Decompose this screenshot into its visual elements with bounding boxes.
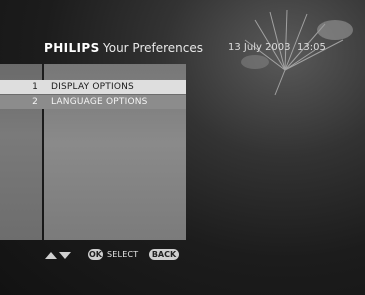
ok-key-badge[interactable]: OK	[88, 249, 103, 260]
menu-item-label: DISPLAY OPTIONS	[51, 82, 134, 92]
page-title: Your Preferences	[103, 41, 204, 55]
date-display: 13 July 2003	[228, 42, 291, 53]
tv-screen: PHILIPS Your Preferences 13 July 2003 13…	[0, 0, 365, 295]
menu-item-number: 2	[32, 97, 38, 107]
key-hints-bar: OK SELECT BACK	[44, 248, 204, 262]
menu-item-number: 1	[32, 82, 38, 92]
header-bar: PHILIPS Your Preferences 13 July 2003 13…	[44, 40, 344, 58]
select-label: SELECT	[107, 250, 139, 259]
back-key-badge[interactable]: BACK	[149, 249, 179, 260]
brand-logo: PHILIPS	[44, 41, 100, 55]
up-down-arrows-icon	[45, 252, 71, 259]
time-display: 13:05	[297, 42, 326, 53]
menu-item-language-options[interactable]: 2 LANGUAGE OPTIONS	[0, 94, 186, 109]
menu-item-display-options[interactable]: 1 DISPLAY OPTIONS	[0, 80, 186, 94]
preferences-menu: 1 DISPLAY OPTIONS 2 LANGUAGE OPTIONS	[0, 80, 186, 109]
menu-item-label: LANGUAGE OPTIONS	[51, 97, 148, 107]
